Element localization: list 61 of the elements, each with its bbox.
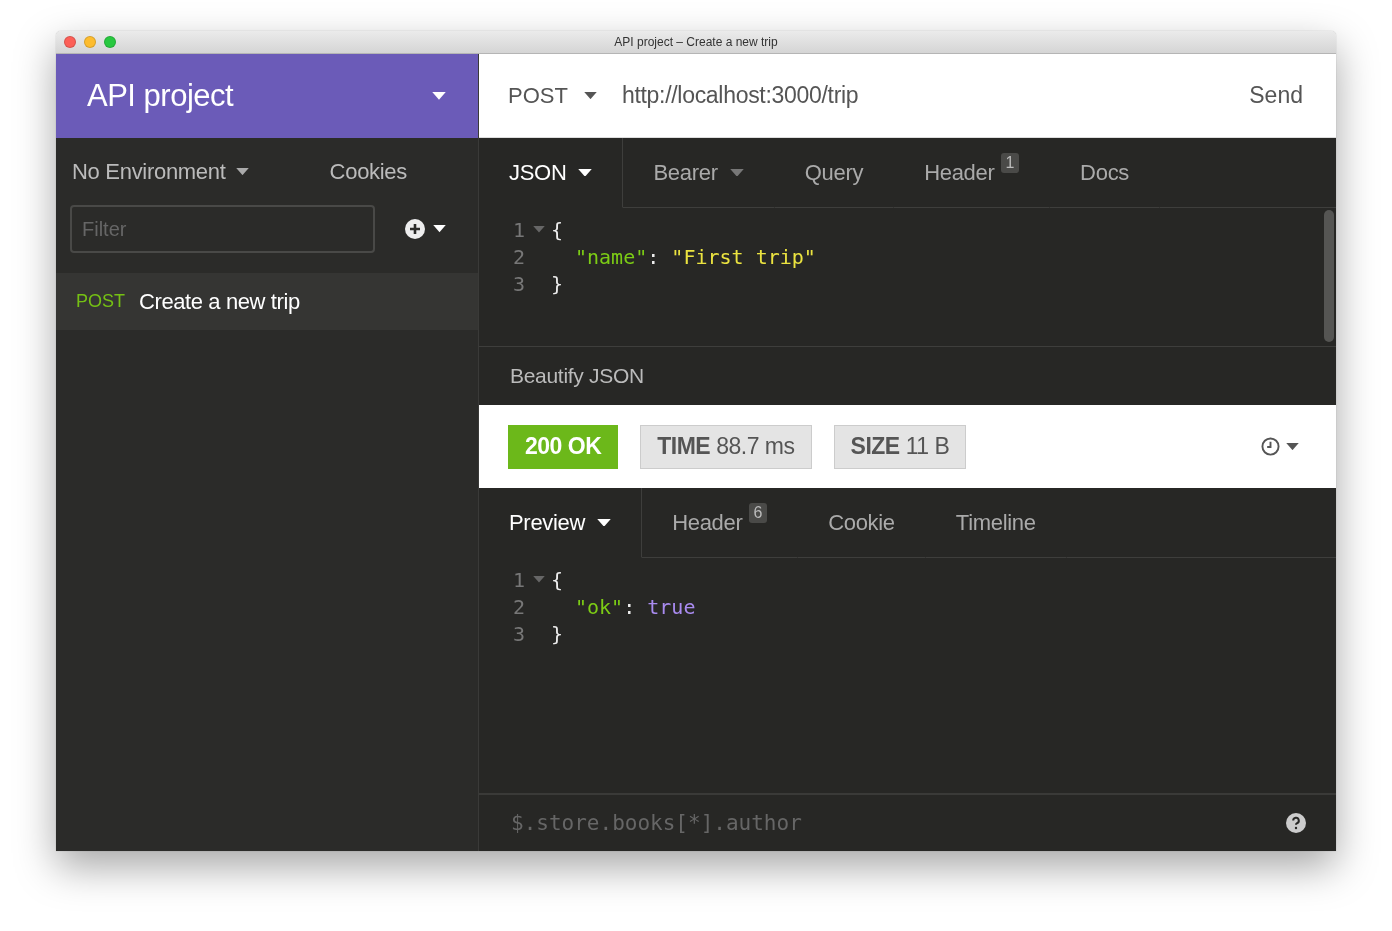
line-number: 1 — [511, 567, 526, 592]
cookies-button[interactable]: Cookies — [329, 158, 407, 185]
tab[interactable]: Cookie — [798, 488, 926, 558]
environment-dropdown[interactable]: No Environment — [72, 158, 249, 185]
beautify-button[interactable]: Beautify JSON — [510, 364, 644, 388]
code-line: } — [551, 271, 564, 296]
status-badge: 200 OK — [508, 424, 619, 469]
tab[interactable]: Docs — [1050, 138, 1161, 208]
code-line: { — [551, 217, 564, 242]
tab[interactable]: Query — [774, 138, 895, 208]
count-badge: 6 — [748, 503, 768, 523]
code-line: } — [551, 621, 564, 646]
caret-icon — [578, 168, 593, 177]
request-name: Create a new trip — [139, 288, 300, 315]
method-label: POST — [76, 291, 125, 312]
workspace-name: API project — [87, 78, 234, 114]
caret-icon — [583, 91, 597, 100]
caret-icon — [597, 518, 612, 527]
tab[interactable]: Header 6 — [642, 488, 799, 558]
url-text[interactable]: http://localhost:3000/trip — [621, 82, 859, 109]
code-line: "name": "First trip" — [574, 244, 816, 269]
caret-icon — [1286, 442, 1299, 451]
caret-icon — [235, 167, 249, 176]
line-number: 3 — [511, 271, 526, 296]
plus-circle-icon — [405, 219, 425, 239]
line-number: 2 — [511, 244, 526, 269]
tab[interactable]: Bearer — [623, 138, 775, 208]
caret-icon — [433, 225, 446, 233]
tab[interactable]: JSON — [479, 138, 624, 208]
caret-icon — [729, 168, 744, 177]
filter-field[interactable]: Filter — [70, 205, 375, 253]
code-line: { — [551, 567, 564, 592]
caret-icon — [432, 92, 446, 100]
fold-caret-icon — [533, 576, 545, 583]
zoom-button[interactable] — [104, 36, 116, 48]
fold-caret-icon — [533, 226, 545, 233]
add-dropdown-button[interactable] — [405, 219, 446, 239]
minimize-button[interactable] — [84, 36, 96, 48]
line-number: 2 — [511, 594, 526, 619]
request-body-editor[interactable]: 1 { 2 "name": "First trip" 3 } — [479, 208, 1336, 346]
count-badge: 1 — [1000, 153, 1020, 173]
code-line: "ok": true — [574, 594, 696, 619]
window-title: API project – Create a new trip — [614, 35, 778, 49]
line-number: 1 — [511, 217, 526, 242]
help-button[interactable] — [1286, 813, 1306, 833]
history-button[interactable] — [1261, 437, 1299, 456]
scrollbar[interactable] — [1324, 210, 1334, 342]
metric-badge: TIME 88.7 ms — [640, 424, 812, 469]
tab[interactable]: Header 1 — [894, 138, 1051, 208]
metric-badge: SIZE 11 B — [833, 424, 967, 469]
request-item[interactable]: POST Create a new trip — [56, 273, 478, 330]
method-dropdown[interactable]: POST — [508, 82, 597, 109]
close-button[interactable] — [64, 36, 76, 48]
line-number: 3 — [511, 621, 526, 646]
tab[interactable]: Timeline — [925, 488, 1067, 558]
workspace-header[interactable]: API project — [56, 54, 478, 138]
clock-icon — [1261, 437, 1280, 456]
help-icon — [1286, 813, 1306, 833]
send-button[interactable]: Send — [1249, 82, 1303, 109]
query-field[interactable]: $.store.books[*].author — [509, 810, 1286, 836]
tab[interactable]: Preview — [479, 488, 643, 558]
